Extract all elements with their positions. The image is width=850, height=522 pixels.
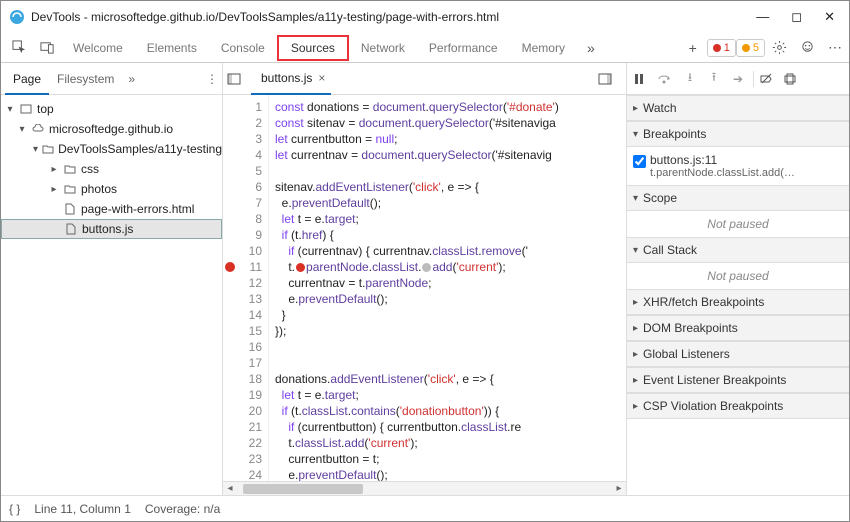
section-event[interactable]: ▸Event Listener Breakpoints (627, 367, 849, 393)
section-watch[interactable]: ▸Watch (627, 95, 849, 121)
breakpoints-list: buttons.js:11 t.parentNode.classList.add… (627, 147, 849, 185)
tab-memory[interactable]: Memory (510, 33, 577, 63)
status-bar: { } Line 11, Column 1 Coverage: n/a (1, 495, 849, 521)
frame-icon (19, 102, 33, 116)
navigator-options-icon[interactable]: ⋮ (206, 72, 218, 86)
editor-panel: buttons.js × 123456789101112131415161718… (223, 63, 627, 495)
devtools-app-icon (9, 9, 25, 25)
breakpoint-checkbox[interactable] (633, 155, 646, 168)
window-maximize-button[interactable]: ◻ (791, 9, 802, 25)
folder-icon (63, 182, 77, 196)
section-breakpoints[interactable]: ▾Breakpoints (627, 121, 849, 147)
deactivate-breakpoints-icon[interactable] (760, 73, 778, 85)
callstack-not-paused: Not paused (627, 263, 849, 289)
tab-network[interactable]: Network (349, 33, 417, 63)
toggle-debugger-icon[interactable] (598, 72, 622, 86)
step-icon[interactable]: ➔ (729, 72, 747, 86)
navigator-more-icon[interactable]: » (128, 72, 135, 86)
step-into-icon[interactable]: ⭳ (681, 68, 699, 89)
step-out-icon[interactable]: ⭱ (705, 68, 723, 89)
feedback-icon[interactable] (793, 34, 821, 62)
horizontal-scrollbar[interactable]: ◂▸ (223, 481, 626, 495)
section-callstack[interactable]: ▾Call Stack (627, 237, 849, 263)
navigator-tab-filesystem[interactable]: Filesystem (49, 63, 122, 95)
cursor-position: Line 11, Column 1 (34, 502, 131, 516)
tab-console[interactable]: Console (209, 33, 277, 63)
tab-sources[interactable]: Sources (277, 35, 349, 61)
folder-icon (42, 142, 54, 156)
new-tab-icon[interactable]: + (679, 34, 707, 62)
pretty-print-icon[interactable]: { } (9, 502, 20, 516)
breakpoint-detail: t.parentNode.classList.add(… (650, 167, 795, 179)
file-icon (64, 222, 78, 236)
tree-folder-css[interactable]: ▸css (1, 159, 222, 179)
tab-performance[interactable]: Performance (417, 33, 510, 63)
close-tab-icon[interactable]: × (318, 62, 325, 94)
tree-domain[interactable]: ▾microsoftedge.github.io (1, 119, 222, 139)
errors-count: 1 (724, 42, 730, 54)
window-close-button[interactable]: ✕ (824, 9, 835, 25)
debugger-panel: ⭳ ⭱ ➔ ▸Watch ▾Breakpoints buttons.js:11 … (627, 63, 849, 495)
main-tabbar: Welcome Elements Console Sources Network… (1, 33, 849, 63)
errors-badge[interactable]: 1 (707, 39, 736, 57)
editor-tab-buttons-js[interactable]: buttons.js × (251, 63, 331, 95)
tree-top-frame[interactable]: ▾top (1, 99, 222, 119)
folder-icon (63, 162, 77, 176)
section-dom[interactable]: ▸DOM Breakpoints (627, 315, 849, 341)
cloud-icon (31, 122, 45, 136)
tree-file-html[interactable]: page-with-errors.html (1, 199, 222, 219)
window-titlebar: DevTools - microsoftedge.github.io/DevTo… (1, 1, 849, 33)
warnings-badge[interactable]: 5 (736, 39, 765, 57)
breakpoint-label: buttons.js:11 (650, 153, 795, 167)
section-global[interactable]: ▸Global Listeners (627, 341, 849, 367)
tree-file-js[interactable]: buttons.js (1, 219, 222, 239)
window-minimize-button[interactable]: — (756, 9, 769, 25)
tree-folder-root[interactable]: ▾DevToolsSamples/a11y-testing (1, 139, 222, 159)
section-xhr[interactable]: ▸XHR/fetch Breakpoints (627, 289, 849, 315)
step-over-icon[interactable] (657, 73, 675, 85)
tree-folder-photos[interactable]: ▸photos (1, 179, 222, 199)
pause-exceptions-icon[interactable] (784, 73, 802, 85)
window-title: DevTools - microsoftedge.github.io/DevTo… (31, 10, 756, 24)
more-options-icon[interactable]: ⋯ (821, 34, 849, 62)
debugger-toolbar: ⭳ ⭱ ➔ (627, 63, 849, 95)
file-tree: ▾top ▾microsoftedge.github.io ▾DevToolsS… (1, 95, 222, 243)
tab-welcome[interactable]: Welcome (61, 33, 135, 63)
settings-gear-icon[interactable] (765, 34, 793, 62)
breakpoint-item[interactable]: buttons.js:11 t.parentNode.classList.add… (633, 151, 843, 181)
section-csp[interactable]: ▸CSP Violation Breakpoints (627, 393, 849, 419)
file-icon (63, 202, 77, 216)
inspect-element-icon[interactable] (5, 34, 33, 62)
device-emulation-icon[interactable] (33, 34, 61, 62)
tab-elements[interactable]: Elements (135, 33, 209, 63)
toggle-navigator-icon[interactable] (227, 72, 251, 86)
section-scope[interactable]: ▾Scope (627, 185, 849, 211)
coverage-status: Coverage: n/a (145, 502, 220, 516)
warnings-count: 5 (753, 42, 759, 54)
navigator-tab-page[interactable]: Page (5, 63, 49, 95)
code-editor[interactable]: 1234567891011121314151617181920212223242… (223, 95, 626, 481)
pause-resume-icon[interactable] (633, 73, 651, 85)
navigator-panel: Page Filesystem » ⋮ ▾top ▾microsoftedge.… (1, 63, 223, 495)
scope-not-paused: Not paused (627, 211, 849, 237)
more-tabs-icon[interactable]: » (577, 34, 605, 62)
